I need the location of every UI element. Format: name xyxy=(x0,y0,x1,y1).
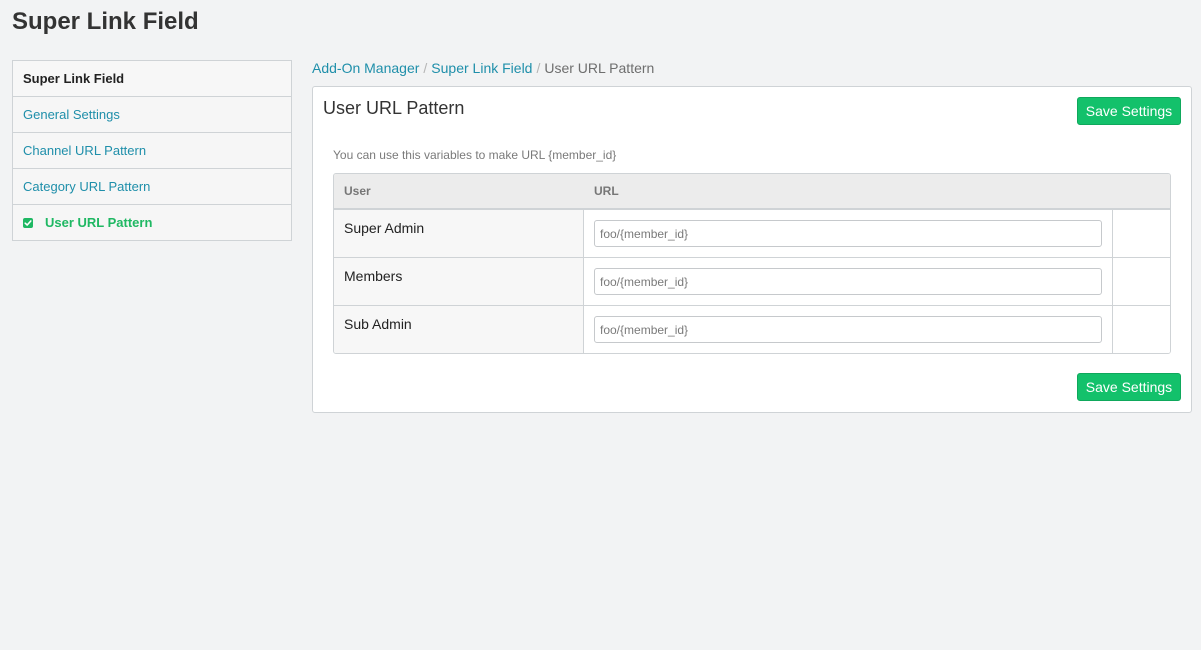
user-url-table: User URL Super Admin Members Sub Admin xyxy=(333,173,1171,354)
extra-cell xyxy=(1113,258,1170,305)
variables-hint: You can use this variables to make URL {… xyxy=(333,148,617,162)
breadcrumb-separator: / xyxy=(423,60,428,76)
table-row: Super Admin xyxy=(334,210,1170,258)
sidebar-heading: Super Link Field xyxy=(13,61,291,97)
breadcrumb-current: User URL Pattern xyxy=(544,60,655,76)
table-row: Sub Admin xyxy=(334,306,1170,353)
sidebar-item-user-url-pattern[interactable]: User URL Pattern xyxy=(13,205,291,240)
breadcrumb-separator: / xyxy=(536,60,541,76)
settings-panel: User URL Pattern Save Settings You can u… xyxy=(312,86,1192,413)
sidebar-item-label: Category URL Pattern xyxy=(23,179,151,194)
check-square-icon xyxy=(23,217,33,228)
extra-cell xyxy=(1113,210,1170,257)
user-name-cell: Super Admin xyxy=(334,210,584,257)
extra-cell xyxy=(1113,306,1170,353)
table-row: Members xyxy=(334,258,1170,306)
save-settings-button-bottom[interactable]: Save Settings xyxy=(1077,373,1181,401)
url-pattern-input-sub-admin[interactable] xyxy=(594,316,1102,343)
breadcrumb: Add-On Manager / Super Link Field / User URL… xyxy=(312,59,654,77)
sidebar-nav: Super Link Field General Settings Channe… xyxy=(12,60,292,241)
url-cell xyxy=(584,306,1113,353)
url-cell xyxy=(584,258,1113,305)
url-pattern-input-members[interactable] xyxy=(594,268,1102,295)
breadcrumb-link-super-link-field[interactable]: Super Link Field xyxy=(431,60,532,76)
save-settings-button-top[interactable]: Save Settings xyxy=(1077,97,1181,125)
column-header-user: User xyxy=(344,184,371,198)
sidebar-item-label: User URL Pattern xyxy=(45,215,153,230)
panel-title: User URL Pattern xyxy=(323,98,465,118)
sidebar-item-category-url-pattern[interactable]: Category URL Pattern xyxy=(13,169,291,205)
table-header: User URL xyxy=(334,174,1170,210)
page-title: Super Link Field xyxy=(12,8,199,35)
user-name-cell: Members xyxy=(334,258,584,305)
column-header-url: URL xyxy=(594,184,619,198)
sidebar-item-label: General Settings xyxy=(23,107,120,122)
breadcrumb-link-addon-manager[interactable]: Add-On Manager xyxy=(312,60,419,76)
user-name-cell: Sub Admin xyxy=(334,306,584,353)
url-cell xyxy=(584,210,1113,257)
column-header-extra xyxy=(1113,174,1170,208)
sidebar-item-channel-url-pattern[interactable]: Channel URL Pattern xyxy=(13,133,291,169)
sidebar-item-label: Channel URL Pattern xyxy=(23,143,147,158)
url-pattern-input-super-admin[interactable] xyxy=(594,220,1102,247)
sidebar-item-general-settings[interactable]: General Settings xyxy=(13,97,291,133)
